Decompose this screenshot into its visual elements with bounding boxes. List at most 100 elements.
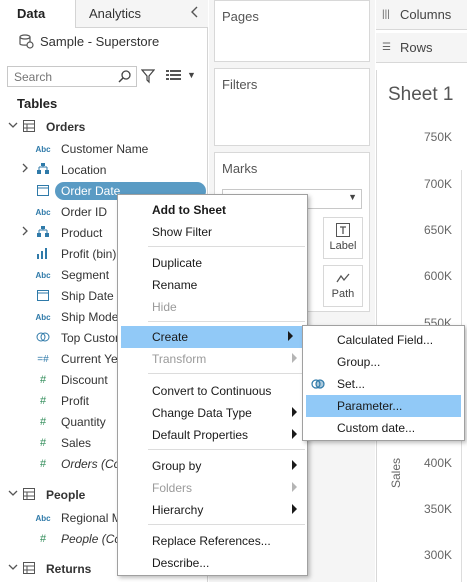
datasource-icon (19, 34, 34, 49)
abc-icon: Abc (35, 208, 51, 217)
submenu-calculated-field[interactable]: Calculated Field... (303, 329, 464, 351)
field-label: Segment (61, 268, 110, 282)
submenu-parameter[interactable]: Parameter... (306, 395, 461, 417)
bin-icon (34, 247, 52, 261)
menu-separator (148, 321, 305, 322)
chevron-down-icon[interactable] (8, 120, 18, 133)
pane-tabbar: Data Analytics (0, 0, 208, 28)
tables-heading: Tables (17, 96, 58, 111)
menu-rename[interactable]: Rename (118, 274, 307, 296)
path-icon (336, 273, 350, 283)
rows-icon: ☰ (382, 42, 391, 53)
field-label: Order ID (61, 205, 108, 219)
abc-icon: Abc (35, 271, 51, 280)
marks-title: Marks (222, 161, 258, 176)
hier-icon (34, 163, 52, 177)
submenu-arrow-icon (292, 504, 297, 514)
submenu-arrow-icon (292, 407, 297, 417)
measure-icon: # (39, 437, 47, 449)
field-label: Sales (61, 436, 92, 450)
rows-shelf[interactable]: ☰ Rows (376, 33, 467, 63)
menu-separator (148, 449, 305, 450)
columns-icon: ||| (382, 9, 390, 20)
field-label: Ship Mode (61, 310, 119, 324)
menu-describe[interactable]: Describe... (118, 552, 307, 574)
tab-data[interactable]: Data (0, 0, 76, 28)
view-list-icon[interactable] (166, 69, 182, 81)
path-mark-text: Path (331, 288, 355, 300)
menu-hierarchy[interactable]: Hierarchy (118, 499, 307, 521)
columns-shelf[interactable]: ||| Columns (376, 0, 467, 30)
chevron-down-icon[interactable]: ▼ (187, 70, 196, 80)
menu-replace-references[interactable]: Replace References... (118, 530, 307, 552)
field-location[interactable]: Location (0, 160, 208, 181)
field-label: Customer Name (61, 142, 149, 156)
abc-icon: Abc (35, 313, 51, 322)
label-icon (336, 223, 350, 237)
submenu-set[interactable]: Set... (303, 373, 464, 395)
measure-icon: # (39, 374, 47, 386)
chevron-down-icon[interactable] (8, 488, 18, 501)
search-input[interactable] (8, 67, 108, 86)
axis-tick: 350K (424, 502, 453, 516)
menu-folders: Folders (118, 477, 307, 499)
viz-area: ||| Columns ☰ Rows Sheet 1 750K 700K 650… (376, 0, 467, 582)
y-axis-label: Sales (389, 457, 403, 488)
measure-icon: # (39, 533, 47, 545)
filter-icon[interactable] (141, 68, 155, 84)
submenu-arrow-icon (292, 429, 297, 439)
collapse-pane-icon[interactable] (189, 4, 205, 22)
field-label: Profit (61, 394, 90, 408)
chevron-right-icon[interactable] (21, 163, 29, 176)
menu-group-by[interactable]: Group by (118, 455, 307, 477)
submenu-arrow-icon (292, 482, 297, 492)
submenu-arrow-icon (288, 331, 293, 341)
search-icon[interactable] (118, 69, 132, 83)
tab-analytics[interactable]: Analytics (89, 6, 141, 21)
sheet-title: Sheet 1 (388, 84, 454, 105)
hier-icon (34, 226, 52, 240)
field-label: Profit (bin) (61, 247, 117, 261)
set-icon (34, 331, 52, 345)
chevron-down-icon[interactable] (8, 562, 18, 575)
menu-change-data-type[interactable]: Change Data Type (118, 402, 307, 424)
filters-card[interactable]: Filters (214, 68, 370, 146)
axis-tick: 750K (424, 130, 453, 144)
measure-icon: # (39, 395, 47, 407)
field-customer-name[interactable]: Abc Customer Name (0, 139, 208, 160)
datasource-label: Sample - Superstore (40, 33, 160, 49)
create-submenu: Calculated Field... Group... Set... Para… (302, 325, 465, 441)
table-icon (20, 120, 38, 134)
submenu-arrow-icon (292, 353, 297, 363)
menu-duplicate[interactable]: Duplicate (118, 252, 307, 274)
measure-icon: # (39, 458, 47, 470)
menu-separator (148, 373, 305, 374)
table-icon (20, 562, 38, 576)
submenu-group[interactable]: Group... (303, 351, 464, 373)
menu-separator (148, 524, 305, 525)
menu-convert-to-continuous[interactable]: Convert to Continuous (118, 380, 307, 402)
field-context-menu: Add to Sheet Show Filter Duplicate Renam… (117, 194, 308, 576)
menu-show-filter[interactable]: Show Filter (118, 221, 307, 243)
abc-icon: Abc (35, 145, 51, 154)
field-label: Product (61, 226, 103, 240)
search-box[interactable] (7, 66, 137, 87)
axis-tick: 700K (424, 177, 453, 191)
label-mark-button[interactable]: Label (323, 217, 363, 259)
table-label: Returns (46, 562, 92, 576)
menu-create[interactable]: Create (121, 326, 303, 348)
field-label: Order Date (61, 184, 121, 198)
field-label: Ship Date (61, 289, 114, 303)
menu-default-properties[interactable]: Default Properties (118, 424, 307, 446)
datasource[interactable]: Sample - Superstore (18, 33, 159, 49)
menu-add-to-sheet[interactable]: Add to Sheet (118, 199, 307, 221)
pages-card[interactable]: Pages (214, 0, 370, 62)
columns-label: Columns (400, 7, 452, 22)
axis-tick: 600K (424, 269, 453, 283)
set-icon (311, 379, 325, 389)
chevron-right-icon[interactable] (21, 226, 29, 239)
table-orders[interactable]: Orders (0, 117, 208, 138)
path-mark-button[interactable]: Path (323, 265, 363, 307)
table-label: People (46, 488, 86, 502)
submenu-custom-date[interactable]: Custom date... (303, 417, 464, 439)
